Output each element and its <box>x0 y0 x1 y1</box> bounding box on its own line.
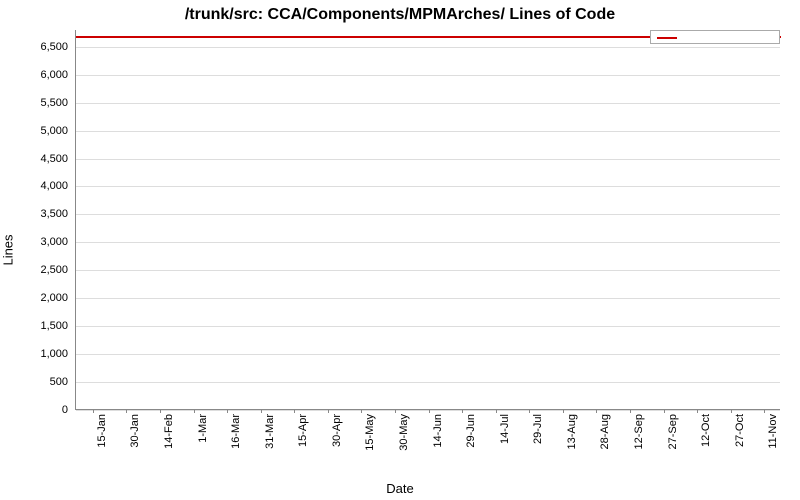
gridline <box>76 270 780 271</box>
y-tick-label: 3,500 <box>8 208 68 220</box>
x-tick-label: 28-Aug <box>599 414 611 449</box>
x-tick-label: 1-Mar <box>197 414 209 443</box>
x-tick-label: 27-Oct <box>734 414 746 447</box>
gridline <box>76 103 780 104</box>
x-tick <box>160 409 161 413</box>
y-tick-label: 0 <box>8 404 68 416</box>
y-tick-label: 3,000 <box>8 236 68 248</box>
chart-container: /trunk/src: CCA/Components/MPMArches/ Li… <box>0 0 800 500</box>
x-tick <box>764 409 765 413</box>
x-tick-label: 15-Jan <box>96 414 108 448</box>
gridline <box>76 354 780 355</box>
y-tick-label: 1,000 <box>8 348 68 360</box>
x-tick-label: 30-May <box>398 414 410 451</box>
x-tick <box>261 409 262 413</box>
x-tick <box>664 409 665 413</box>
x-tick-label: 11-Nov <box>767 414 779 449</box>
y-tick-label: 5,500 <box>8 97 68 109</box>
y-tick-label: 5,000 <box>8 125 68 137</box>
x-tick <box>429 409 430 413</box>
x-tick-label: 29-Jul <box>532 414 544 444</box>
x-tick-label: 30-Apr <box>331 414 343 447</box>
x-tick <box>194 409 195 413</box>
x-tick-label: 14-Jun <box>432 414 444 448</box>
x-tick <box>462 409 463 413</box>
gridline <box>76 214 780 215</box>
legend-swatch <box>657 37 677 39</box>
gridline <box>76 75 780 76</box>
x-tick-label: 29-Jun <box>465 414 477 448</box>
y-tick-label: 6,000 <box>8 69 68 81</box>
x-tick <box>630 409 631 413</box>
x-tick <box>126 409 127 413</box>
y-tick-label: 1,500 <box>8 320 68 332</box>
x-tick-label: 13-Aug <box>566 414 578 449</box>
x-tick-label: 15-Apr <box>297 414 309 447</box>
x-tick <box>227 409 228 413</box>
y-tick-label: 4,500 <box>8 153 68 165</box>
x-tick <box>328 409 329 413</box>
gridline <box>76 47 780 48</box>
y-tick-label: 2,000 <box>8 292 68 304</box>
x-tick <box>529 409 530 413</box>
gridline <box>76 242 780 243</box>
x-tick-label: 27-Sep <box>667 414 679 449</box>
y-tick-label: 4,000 <box>8 180 68 192</box>
x-axis-label: Date <box>0 481 800 496</box>
x-tick-label: 14-Feb <box>163 414 175 449</box>
plot-area <box>75 30 780 410</box>
gridline <box>76 186 780 187</box>
x-tick-label: 16-Mar <box>230 414 242 449</box>
x-tick-label: 30-Jan <box>129 414 141 448</box>
gridline <box>76 326 780 327</box>
x-tick-label: 31-Mar <box>264 414 276 449</box>
gridline <box>76 298 780 299</box>
x-tick-label: 12-Sep <box>633 414 645 449</box>
y-tick-label: 2,500 <box>8 264 68 276</box>
x-tick-label: 15-May <box>364 414 376 451</box>
y-tick-label: 500 <box>8 376 68 388</box>
x-tick <box>697 409 698 413</box>
x-tick <box>496 409 497 413</box>
legend <box>650 30 780 44</box>
x-tick <box>563 409 564 413</box>
x-tick <box>731 409 732 413</box>
x-tick <box>395 409 396 413</box>
x-tick <box>294 409 295 413</box>
x-tick <box>596 409 597 413</box>
gridline <box>76 131 780 132</box>
gridline <box>76 159 780 160</box>
y-tick-label: 6,500 <box>8 41 68 53</box>
x-tick-label: 12-Oct <box>700 414 712 447</box>
chart-title: /trunk/src: CCA/Components/MPMArches/ Li… <box>0 6 800 24</box>
x-tick <box>93 409 94 413</box>
gridline <box>76 382 780 383</box>
x-tick <box>361 409 362 413</box>
x-tick-label: 14-Jul <box>499 414 511 444</box>
